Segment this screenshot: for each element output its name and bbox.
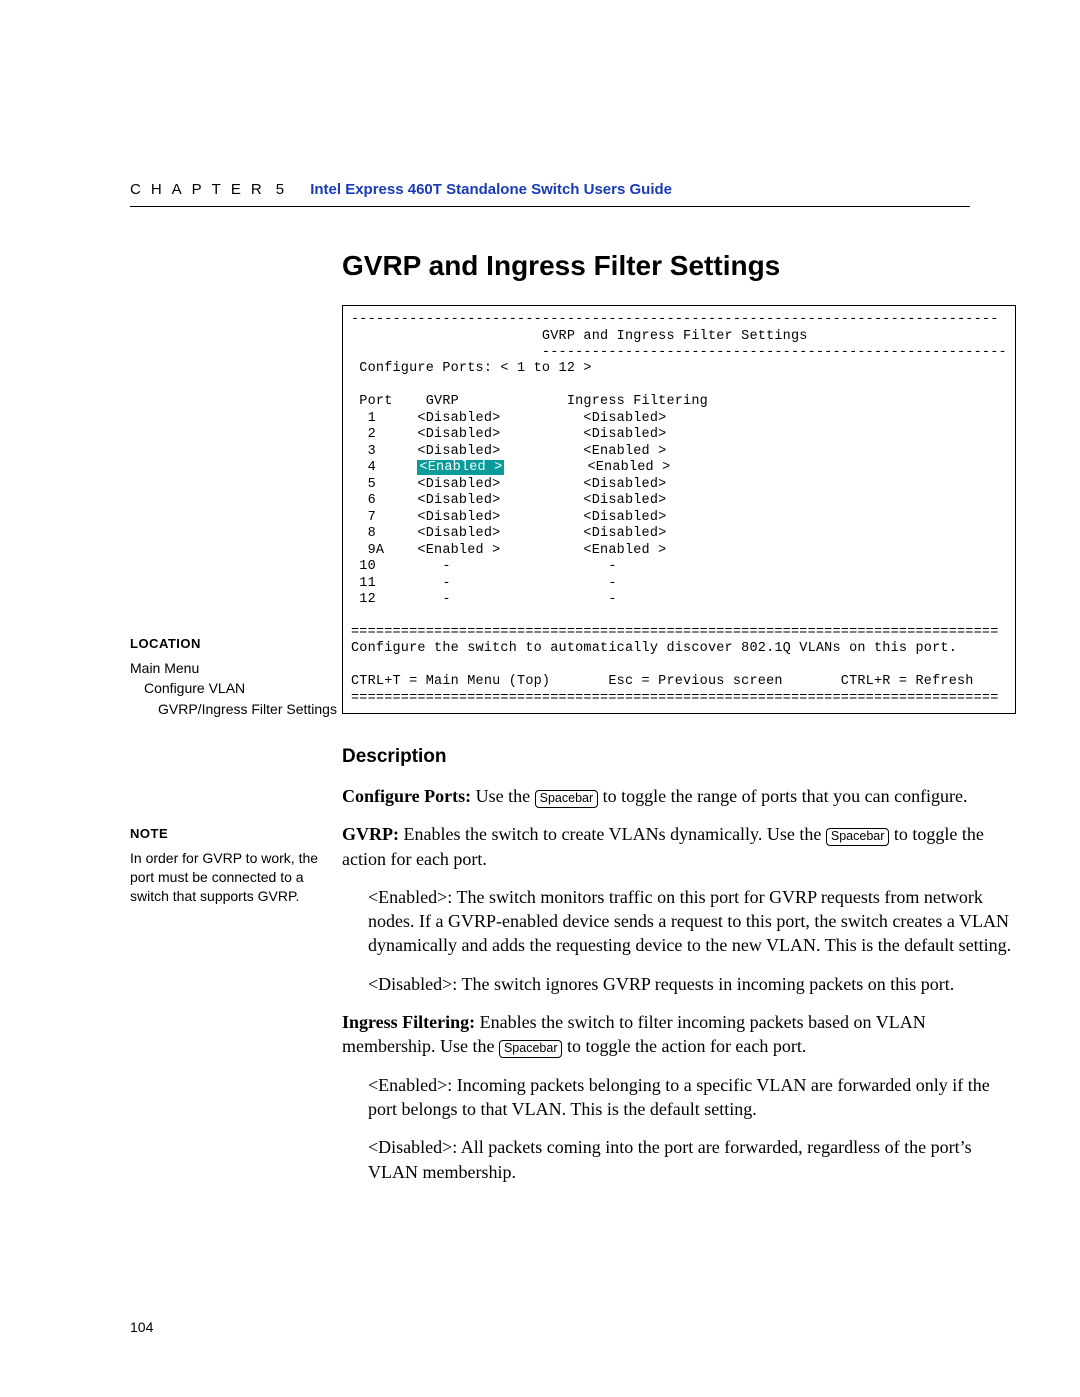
chapter-label: CHAPTER <box>130 181 272 198</box>
term-row-1: 1 <Disabled> <Disabled> <box>351 411 666 426</box>
gvrp-enabled-text: <Enabled>: The switch monitors traffic o… <box>368 885 1016 958</box>
term-rule: ----------------------------------------… <box>351 312 999 327</box>
main-column: ----------------------------------------… <box>342 305 1016 1198</box>
chapter-number: 5 <box>276 181 284 198</box>
note-heading: NOTE <box>130 825 324 843</box>
term-row-7: 7 <Disabled> <Disabled> <box>351 510 666 525</box>
term-help-text: Configure the switch to automatically di… <box>351 641 957 656</box>
page: CHAPTER5 Intel Express 460T Standalone S… <box>0 0 1080 1397</box>
page-number: 104 <box>130 1318 153 1337</box>
term-configure-ports: Configure Ports: < 1 to 12 > <box>351 361 592 376</box>
sidebar: LOCATION Main Menu Configure VLAN GVRP/I… <box>130 305 342 905</box>
ingress-filtering-label: Ingress Filtering: <box>342 1012 475 1032</box>
ingress-enabled-text: <Enabled>: Incoming packets belonging to… <box>368 1073 1016 1122</box>
term-row-10: 10 - - <box>351 559 617 574</box>
book-title: Intel Express 460T Standalone Switch Use… <box>310 181 672 198</box>
term-row-9: 9A <Enabled > <Enabled > <box>351 543 666 558</box>
description-heading: Description <box>342 744 1016 770</box>
term-footer-shortcuts: CTRL+T = Main Menu (Top) Esc = Previous … <box>351 674 974 689</box>
term-row-11: 11 - - <box>351 576 617 591</box>
term-row-8: 8 <Disabled> <Disabled> <box>351 526 666 541</box>
spacebar-key: Spacebar <box>499 1040 563 1058</box>
header-rule <box>130 206 970 207</box>
term-row-4-prefix: 4 <box>351 460 417 475</box>
term-row-3: 3 <Disabled> <Enabled > <box>351 444 666 459</box>
configure-ports-paragraph: Configure Ports: Use the Spacebar to tog… <box>342 784 1016 808</box>
term-row-4-suffix: <Enabled > <box>504 460 670 475</box>
spacebar-key: Spacebar <box>826 828 890 846</box>
term-rule-double-2: ========================================… <box>351 691 999 706</box>
section-title: GVRP and Ingress Filter Settings <box>342 247 970 285</box>
term-row-6: 6 <Disabled> <Disabled> <box>351 493 666 508</box>
term-col-header: Port GVRP Ingress Filtering <box>351 394 708 409</box>
ingress-disabled-text: <Disabled>: All packets coming into the … <box>368 1135 1016 1184</box>
term-rule-double: ========================================… <box>351 625 999 640</box>
configure-ports-label: Configure Ports: <box>342 786 471 806</box>
running-header: CHAPTER5 Intel Express 460T Standalone S… <box>130 180 970 200</box>
term-row-12: 12 - - <box>351 592 617 607</box>
spacebar-key: Spacebar <box>535 790 599 808</box>
term-title: GVRP and Ingress Filter Settings <box>351 329 808 344</box>
term-row-5: 5 <Disabled> <Disabled> <box>351 477 666 492</box>
location-level-2: Configure VLAN <box>144 679 324 698</box>
note-block: NOTE In order for GVRP to work, the port… <box>130 825 324 905</box>
gvrp-disabled-text: <Disabled>: The switch ignores GVRP requ… <box>368 972 1016 996</box>
note-body: In order for GVRP to work, the port must… <box>130 849 324 906</box>
two-column-layout: LOCATION Main Menu Configure VLAN GVRP/I… <box>130 305 970 1198</box>
term-row-2: 2 <Disabled> <Disabled> <box>351 427 666 442</box>
term-rule-half: ----------------------------------------… <box>351 345 1007 360</box>
term-row-4-highlight: <Enabled > <box>417 460 504 475</box>
location-heading: LOCATION <box>130 635 324 653</box>
gvrp-paragraph: GVRP: Enables the switch to create VLANs… <box>342 822 1016 871</box>
ingress-filtering-paragraph: Ingress Filtering: Enables the switch to… <box>342 1010 1016 1059</box>
location-level-3: GVRP/Ingress Filter Settings <box>158 700 324 719</box>
terminal-screenshot: ----------------------------------------… <box>342 305 1016 714</box>
location-level-1: Main Menu <box>130 659 324 678</box>
gvrp-label: GVRP: <box>342 824 399 844</box>
